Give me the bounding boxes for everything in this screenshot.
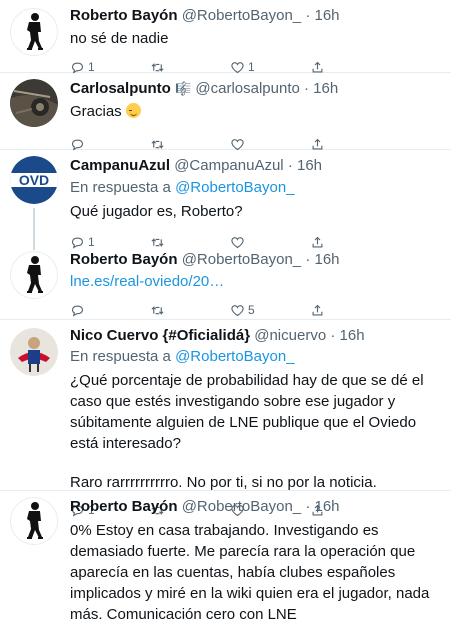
retweet-button[interactable]: [150, 303, 230, 318]
reply-button[interactable]: [70, 303, 150, 318]
display-name[interactable]: Carlosalpunto: [70, 80, 171, 97]
tweet-text-container: lne.es/real-oviedo/20…: [70, 271, 441, 292]
tweet-actions: 1: [70, 631, 441, 640]
user-handle[interactable]: @RobertoBayon_: [182, 251, 301, 268]
share-button[interactable]: [310, 303, 390, 318]
timestamp[interactable]: 16h: [313, 80, 338, 97]
tweet-campanuazul[interactable]: OVD CampanuAzul @CampanuAzul · 16h En re…: [0, 150, 451, 250]
tweet-text: Gracias: [70, 103, 122, 120]
tweet-header: Carlosalpunto 🎼 @carlosalpunto · 16h: [70, 79, 441, 99]
tweet-carlosalpunto[interactable]: Carlosalpunto 🎼 @carlosalpunto · 16h Gra…: [0, 73, 451, 151]
tweet-header: Nico Cuervo {#Oficialidá} @nicuervo · 16…: [70, 326, 441, 346]
tweet-text: Qué jugador es, Roberto?: [70, 203, 243, 220]
user-handle[interactable]: @RobertoBayon_: [182, 498, 301, 515]
tweet-robertobayon-2[interactable]: Roberto Bayón @RobertoBayon_ · 16h lne.e…: [0, 247, 451, 320]
reply-mention-link[interactable]: @RobertoBayon_: [175, 179, 294, 196]
display-name[interactable]: CampanuAzul: [70, 157, 170, 174]
tweet-header: Roberto Bayón @RobertoBayon_ · 16h: [70, 6, 441, 26]
user-handle[interactable]: @carlosalpunto: [195, 80, 299, 97]
reply-mention-link[interactable]: @RobertoBayon_: [175, 348, 294, 365]
tweet-nicocuervo[interactable]: Nico Cuervo {#Oficialidá} @nicuervo · 16…: [0, 320, 451, 517]
avatar-campanuazul[interactable]: OVD: [10, 156, 58, 204]
like-count: 5: [248, 303, 255, 317]
reply-prefix: En respuesta a: [70, 348, 171, 365]
reply-prefix: En respuesta a: [70, 179, 171, 196]
tweet-text-paragraph-1: ¿Qué porcentaje de probabilidad hay de q…: [70, 372, 424, 452]
avatar-roberto-bayon[interactable]: [10, 251, 58, 299]
separator-dot: ·: [305, 498, 311, 515]
avatar-roberto-bayon[interactable]: [10, 497, 58, 545]
reply-context: En respuesta a @RobertoBayon_: [70, 178, 441, 198]
timestamp[interactable]: 16h: [340, 327, 365, 344]
timestamp[interactable]: 16h: [315, 498, 340, 515]
avatar-nico-cuervo[interactable]: [10, 328, 58, 376]
display-name[interactable]: Nico Cuervo {#Oficialidá}: [70, 327, 250, 344]
timestamp[interactable]: 16h: [315, 7, 340, 24]
separator-dot: ·: [305, 251, 311, 268]
relieved-face-emoji-icon: [125, 103, 141, 118]
user-handle[interactable]: @nicuervo: [254, 327, 326, 344]
tweet-header: Roberto Bayón @RobertoBayon_ · 16h: [70, 497, 441, 517]
tweet-robertobayon-3[interactable]: Roberto Bayón @RobertoBayon_ · 16h 0% Es…: [0, 491, 451, 640]
tweet-header: Roberto Bayón @RobertoBayon_ · 16h: [70, 250, 441, 270]
display-name[interactable]: Roberto Bayón: [70, 498, 178, 515]
display-name[interactable]: Roberto Bayón: [70, 7, 178, 24]
music-notes-icon: 🎼: [175, 81, 192, 96]
tweet-header: CampanuAzul @CampanuAzul · 16h: [70, 156, 441, 176]
user-handle[interactable]: @RobertoBayon_: [182, 7, 301, 24]
avatar-roberto-bayon[interactable]: [10, 8, 58, 56]
reply-context: En respuesta a @RobertoBayon_: [70, 347, 441, 367]
separator-dot: ·: [330, 327, 336, 344]
separator-dot: ·: [305, 7, 311, 24]
heart-icon: [231, 304, 244, 316]
separator-dot: ·: [304, 80, 309, 97]
like-count: 1: [248, 60, 255, 74]
tweet-text: no sé de nadie: [70, 30, 169, 47]
tweet-text: 0% Estoy en casa trabajando. Investigand…: [70, 522, 430, 623]
reply-icon: [71, 305, 84, 317]
user-handle[interactable]: @CampanuAzul: [174, 157, 283, 174]
tweet-text-container: Gracias: [70, 101, 441, 122]
avatar-carlosalpunto[interactable]: [10, 79, 58, 127]
reply-count: 1: [88, 60, 95, 74]
share-icon: [312, 304, 323, 315]
retweet-icon: [151, 305, 164, 315]
article-link[interactable]: lne.es/real-oviedo/20…: [70, 273, 224, 290]
timestamp[interactable]: 16h: [315, 251, 340, 268]
display-name[interactable]: Roberto Bayón: [70, 251, 178, 268]
timestamp[interactable]: 16h: [297, 157, 322, 174]
separator-dot: ·: [287, 157, 293, 174]
avatar-ovd-text: OVD: [19, 172, 49, 188]
tweet-robertobayon-1[interactable]: Roberto Bayón @RobertoBayon_ · 16h no sé…: [0, 0, 451, 74]
thread-line: [33, 208, 35, 250]
like-button[interactable]: 5: [230, 303, 310, 318]
tweet-text-paragraph-2: Raro rarrrrrrrrrro. No por ti, si no por…: [70, 474, 377, 491]
